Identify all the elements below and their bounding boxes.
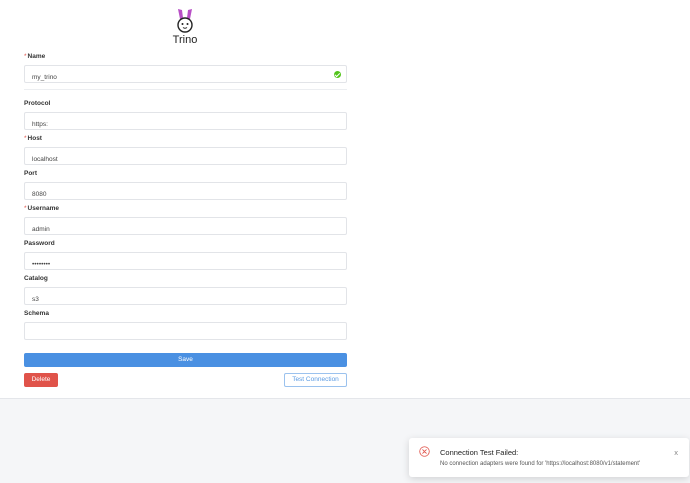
protocol-field[interactable] [24, 112, 347, 133]
catalog-label: Catalog [24, 275, 48, 282]
error-circle-x-icon [419, 446, 430, 457]
section-divider [24, 89, 347, 90]
port-input[interactable] [25, 186, 346, 203]
error-notification: Connection Test Failed: No connection ad… [409, 438, 689, 477]
valid-check-icon [334, 71, 341, 78]
host-label-text: Host [27, 135, 42, 142]
schema-field[interactable] [24, 322, 347, 343]
name-label-text: Name [27, 53, 46, 60]
host-label: *Host [24, 135, 42, 142]
catalog-input[interactable] [25, 291, 346, 308]
required-marker: * [24, 205, 27, 212]
delete-button[interactable]: Delete [24, 373, 58, 387]
password-field[interactable] [24, 252, 347, 273]
port-label: Port [24, 170, 37, 177]
test-connection-button[interactable]: Test Connection [284, 373, 347, 387]
close-icon[interactable]: x [674, 448, 678, 457]
name-input[interactable] [25, 69, 346, 86]
password-label: Password [24, 240, 55, 247]
host-field[interactable] [24, 147, 347, 168]
protocol-label: Protocol [24, 100, 51, 107]
required-marker: * [24, 135, 27, 142]
name-field[interactable] [24, 65, 347, 86]
port-field[interactable] [24, 182, 347, 203]
schema-input[interactable] [25, 326, 346, 343]
name-label: *Name [24, 53, 45, 60]
username-label: *Username [24, 205, 59, 212]
save-button[interactable]: Save [24, 353, 347, 367]
username-label-text: Username [27, 205, 59, 212]
username-field[interactable] [24, 217, 347, 238]
catalog-field[interactable] [24, 287, 347, 308]
notification-message: No connection adapters were found for 'h… [440, 461, 641, 467]
notification-title: Connection Test Failed: [440, 448, 519, 457]
schema-label: Schema [24, 310, 49, 317]
connection-form-panel: Trino *Name Protocol *Host Port *Usernam… [0, 0, 690, 399]
protocol-input[interactable] [25, 116, 346, 133]
app-title: Trino [172, 34, 198, 46]
trino-bunny-logo [177, 9, 193, 33]
required-marker: * [24, 53, 27, 60]
host-input[interactable] [25, 151, 346, 168]
password-input[interactable] [25, 256, 346, 273]
username-input[interactable] [25, 221, 346, 238]
